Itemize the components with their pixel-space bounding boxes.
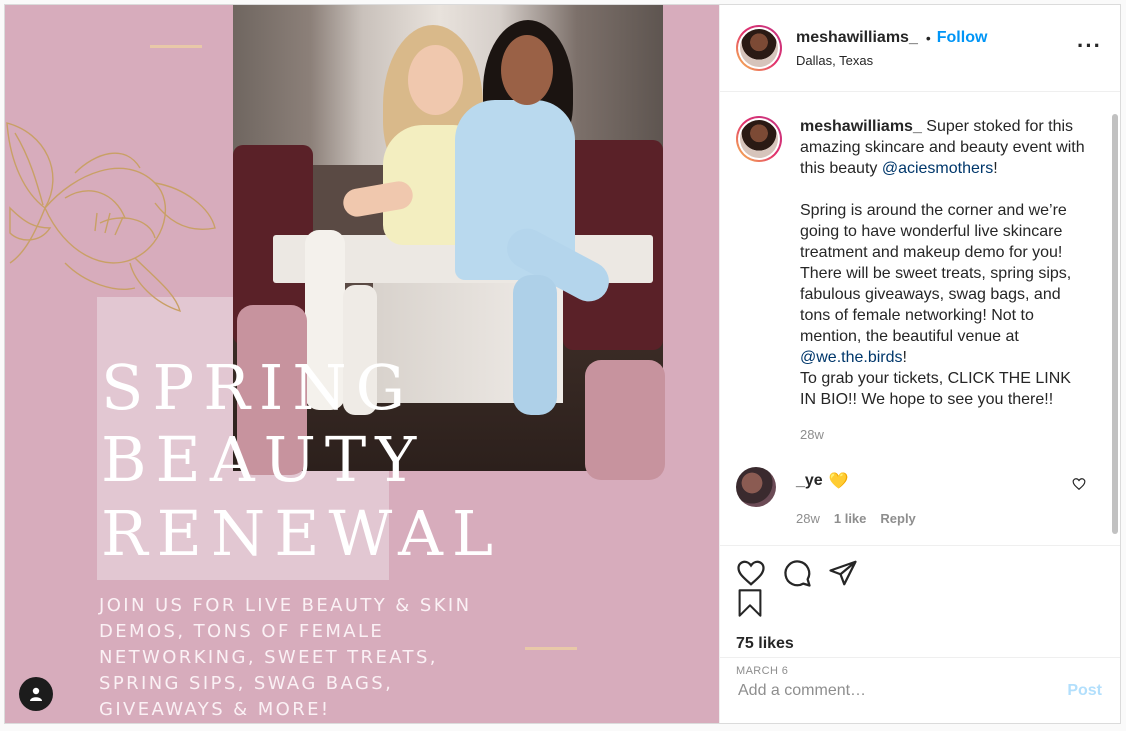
share-icon[interactable] — [828, 558, 858, 588]
more-options-icon[interactable]: ··· — [1077, 35, 1102, 57]
headline-line-2: BEAUTY — [101, 423, 426, 496]
author-avatar[interactable] — [736, 25, 782, 71]
comment-timestamp[interactable]: 28w — [796, 511, 820, 526]
comment-likes[interactable]: 1 like — [834, 511, 867, 526]
caption-comment: meshawilliams_ Super stoked for this ama… — [736, 116, 1104, 445]
caption-avatar[interactable] — [736, 116, 782, 162]
gold-accent-bottom — [525, 647, 577, 650]
mention-we-the-birds[interactable]: @we.the.birds — [800, 349, 903, 366]
mention-aciesmothers[interactable]: @aciesmothers — [882, 160, 993, 177]
headline-line-3: RENEWAL — [101, 497, 503, 570]
user-icon — [30, 687, 42, 701]
comment-icon[interactable] — [782, 558, 812, 588]
event-subtext: JOIN US FOR LIVE BEAUTY & SKIN DEMOS, TO… — [99, 595, 472, 720]
caption-text-2: Spring is around the corner and we’re go… — [800, 202, 1072, 345]
post-sidebar: meshawilliams_ • Follow Dallas, Texas ··… — [719, 5, 1120, 723]
caption-text-3: To grab your tickets, CLICK THE LINK IN … — [800, 370, 1071, 408]
reply-button[interactable]: Reply — [880, 511, 915, 526]
caption-text-2-end: ! — [902, 349, 907, 366]
caption-text-1-end: ! — [993, 160, 998, 177]
separator-dot: • — [925, 29, 931, 46]
post-date[interactable]: MARCH 6 — [736, 665, 1104, 677]
gold-accent-top — [150, 45, 202, 48]
post-image[interactable]: SPRING BEAUTY RENEWAL JOIN US FOR LIVE B… — [5, 5, 719, 723]
comment-item: _ye 💛 28w 1 like Reply — [736, 467, 1104, 526]
magnolia-illustration — [6, 122, 216, 313]
comments-scrollbar[interactable] — [1112, 114, 1118, 534]
commenter-avatar[interactable] — [736, 467, 776, 507]
chair-foreground-right — [585, 360, 665, 480]
headline-line-1: SPRING — [101, 351, 415, 424]
caption-username[interactable]: meshawilliams_ — [800, 118, 922, 135]
follow-button[interactable]: Follow — [937, 29, 988, 47]
action-bar: 75 likes MARCH 6 — [720, 545, 1120, 677]
post-comment-button[interactable]: Post — [1067, 682, 1102, 700]
commenter-username[interactable]: _ye — [796, 472, 823, 490]
post-header: meshawilliams_ • Follow Dallas, Texas ··… — [720, 5, 1120, 92]
author-username[interactable]: meshawilliams_ — [796, 29, 918, 47]
post-card: SPRING BEAUTY RENEWAL JOIN US FOR LIVE B… — [4, 4, 1121, 724]
comment-text: 💛 — [828, 473, 849, 490]
comments-section[interactable]: meshawilliams_ Super stoked for this ama… — [720, 92, 1120, 545]
post-location[interactable]: Dallas, Texas — [796, 53, 987, 68]
heart-icon[interactable] — [736, 558, 766, 588]
comment-input[interactable] — [738, 681, 1038, 700]
tagged-users-button[interactable] — [19, 677, 53, 711]
likes-count[interactable]: 75 likes — [736, 635, 1104, 653]
caption-timestamp[interactable]: 28w — [800, 424, 1090, 445]
comment-heart-icon[interactable] — [1072, 477, 1086, 491]
bookmark-icon[interactable] — [736, 588, 764, 618]
